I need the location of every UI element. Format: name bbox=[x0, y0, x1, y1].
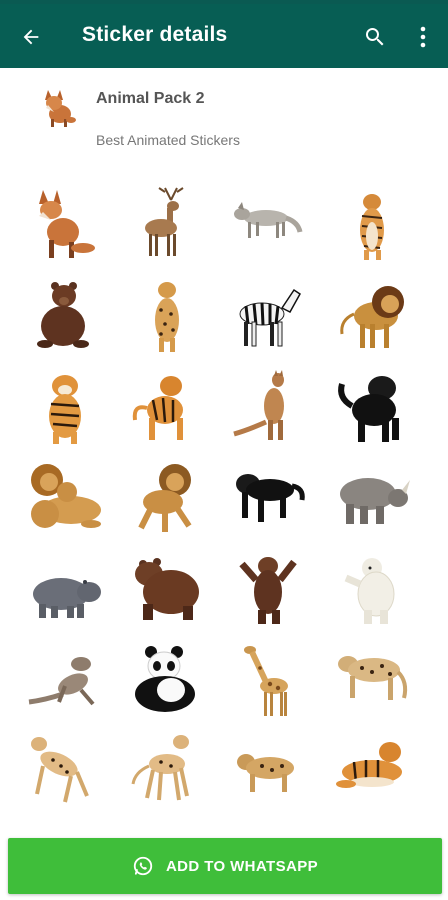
sticker-tiger[interactable] bbox=[25, 368, 105, 448]
whatsapp-icon bbox=[133, 856, 153, 876]
sticker-rhinoceros[interactable] bbox=[332, 458, 412, 538]
sticker-standing-bear[interactable] bbox=[228, 548, 308, 628]
sticker-tiger[interactable] bbox=[332, 184, 412, 264]
sticker-wolf[interactable] bbox=[228, 184, 308, 264]
sticker-cheetah[interactable] bbox=[25, 732, 105, 812]
more-vert-icon bbox=[420, 26, 426, 48]
sticker-zebra[interactable] bbox=[228, 276, 308, 356]
sticker-fox[interactable] bbox=[25, 184, 105, 264]
sticker-leopard[interactable] bbox=[228, 732, 308, 812]
sticker-brown-bear[interactable] bbox=[25, 276, 105, 356]
sticker-panda[interactable] bbox=[125, 642, 205, 722]
search-icon bbox=[366, 28, 384, 46]
sticker-leopard[interactable] bbox=[125, 276, 205, 356]
back-button[interactable] bbox=[16, 22, 46, 52]
sticker-hippopotamus[interactable] bbox=[25, 548, 105, 628]
add-to-whatsapp-label: ADD TO WHATSAPP bbox=[165, 857, 319, 875]
sticker-black-panther[interactable] bbox=[228, 458, 308, 538]
search-button[interactable] bbox=[360, 22, 390, 52]
sticker-lion[interactable] bbox=[332, 276, 412, 356]
sticker-cheetah[interactable] bbox=[125, 732, 205, 812]
sticker-tiger[interactable] bbox=[332, 732, 412, 812]
sticker-grid bbox=[0, 176, 448, 836]
sticker-lions[interactable] bbox=[25, 458, 105, 538]
add-to-whatsapp-button[interactable]: ADD TO WHATSAPP bbox=[8, 838, 442, 894]
page-title: Sticker details bbox=[82, 23, 228, 46]
pack-publisher: Best Animated Stickers bbox=[96, 132, 240, 148]
sticker-brown-bear[interactable] bbox=[125, 548, 205, 628]
arrow-back-icon bbox=[23, 29, 39, 45]
sticker-black-panther[interactable] bbox=[332, 368, 412, 448]
sticker-giraffe[interactable] bbox=[228, 642, 308, 722]
app-bar: Sticker details bbox=[0, 4, 448, 68]
sticker-leopard[interactable] bbox=[332, 642, 412, 722]
scroll-fade bbox=[0, 812, 448, 840]
pack-header: Animal Pack 2 Best Animated Stickers bbox=[0, 68, 448, 168]
sticker-tiger[interactable] bbox=[125, 368, 205, 448]
sticker-lion[interactable] bbox=[125, 458, 205, 538]
more-options-button[interactable] bbox=[410, 22, 436, 52]
fox-icon bbox=[42, 86, 76, 128]
sticker-polar-bear[interactable] bbox=[332, 548, 412, 628]
pack-name: Animal Pack 2 bbox=[96, 90, 205, 107]
sticker-lizard[interactable] bbox=[25, 642, 105, 722]
sticker-kangaroo[interactable] bbox=[228, 368, 308, 448]
sticker-deer[interactable] bbox=[125, 184, 205, 264]
